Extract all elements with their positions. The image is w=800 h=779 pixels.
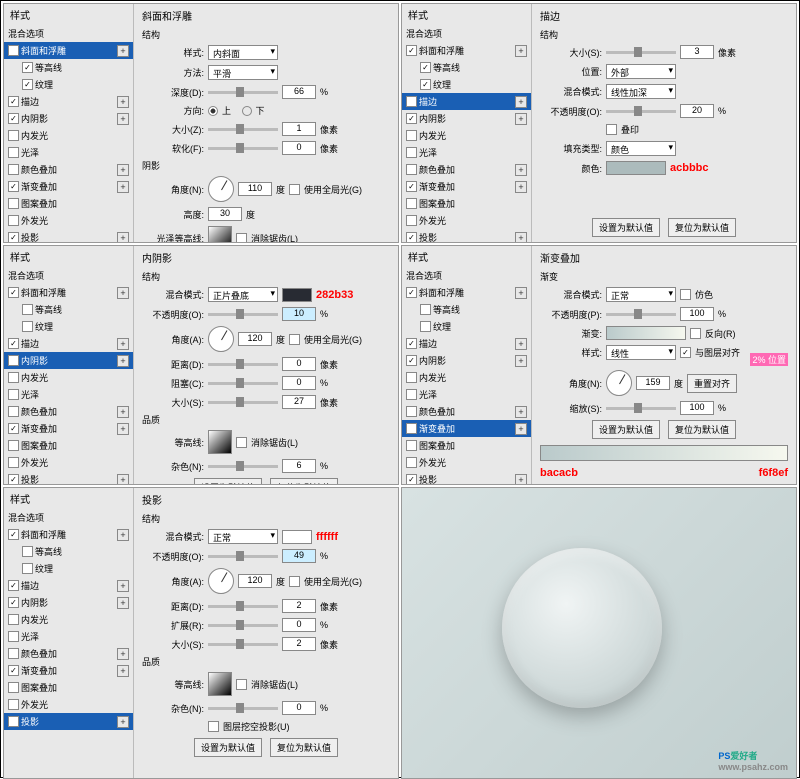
item-inner-shadow[interactable]: 内阴影+ <box>4 110 133 127</box>
angle-dial[interactable] <box>208 176 234 202</box>
item-drop-sel[interactable]: 投影+ <box>4 713 133 730</box>
ishadow-props: 内阴影 结构 混合模式:正片叠底282b33 不透明度(O):10% 角度(A)… <box>134 246 398 484</box>
grad-props: 渐变叠加 渐变 混合模式:正常仿色 不透明度(P):100% 渐变:反向(R) … <box>532 246 796 484</box>
gloss-contour[interactable] <box>208 226 232 243</box>
panel-drop-shadow: 样式 混合选项 斜面和浮雕+ 等高线 纹理 描边+ 内阴影+ 内发光 光泽 颜色… <box>3 487 399 779</box>
panel-bevel: 样式 混合选项 斜面和浮雕+ 等高线 纹理 描边+ 内阴影+ 内发光 光泽 颜色… <box>3 3 399 243</box>
item-bevel[interactable]: 斜面和浮雕+ <box>4 42 133 59</box>
item-drop-shadow[interactable]: 投影+ <box>4 229 133 243</box>
section-title: 斜面和浮雕 <box>142 8 390 23</box>
item-stroke-sel[interactable]: 描边+ <box>402 93 531 110</box>
item-texture[interactable]: 纹理 <box>4 76 133 93</box>
panel-gradient: 样式 混合选项 斜面和浮雕+ 等高线 纹理 描边+ 内阴影+ 内发光 光泽 颜色… <box>401 245 797 485</box>
item-ishadow-sel[interactable]: 内阴影+ <box>4 352 133 369</box>
bevel-tech-select[interactable]: 平滑 <box>208 65 278 80</box>
stroke-blend-select[interactable]: 线性加深 <box>606 84 676 99</box>
overprint-check[interactable] <box>606 124 617 135</box>
dir-up[interactable] <box>208 106 218 116</box>
global-check[interactable] <box>289 184 300 195</box>
fill-type-select[interactable]: 颜色 <box>606 141 676 156</box>
knockout-check[interactable] <box>208 721 219 732</box>
gradient-editor-bar[interactable] <box>540 445 788 461</box>
size-input[interactable]: 1 <box>282 122 316 136</box>
item-grad-sel[interactable]: 渐变叠加+ <box>402 420 531 437</box>
bevel-props: 斜面和浮雕 结构 样式:内斜面 方法:平滑 深度(D):66% 方向:上 下 大… <box>134 4 398 242</box>
result-preview: PS爱好者www.psahz.com <box>401 487 797 779</box>
item-grad-overlay[interactable]: 渐变叠加+ <box>4 178 133 195</box>
depth-slider[interactable] <box>208 91 278 94</box>
depth-input[interactable]: 66 <box>282 85 316 99</box>
item-blend[interactable]: 混合选项 <box>4 25 133 42</box>
stroke-pos-select[interactable]: 外部 <box>606 64 676 79</box>
item-pattern-overlay[interactable]: 图案叠加 <box>4 195 133 212</box>
panel-inner-shadow: 样式 混合选项 斜面和浮雕+ 等高线 纹理 描边+ 内阴影+ 内发光 光泽 颜色… <box>3 245 399 485</box>
item-color-overlay[interactable]: 颜色叠加+ <box>4 161 133 178</box>
size-slider[interactable] <box>208 128 278 131</box>
drop-swatch[interactable] <box>282 530 312 544</box>
item-satin[interactable]: 光泽 <box>4 144 133 161</box>
rendered-orb <box>502 548 662 708</box>
gradient-preview[interactable] <box>606 326 686 340</box>
soft-input[interactable]: 0 <box>282 141 316 155</box>
drop-props: 投影 结构 混合模式:正常ffffff 不透明度(O):49% 角度(A):12… <box>134 488 398 778</box>
item-contour[interactable]: 等高线 <box>4 59 133 76</box>
stroke-props: 描边 结构 大小(S):3像素 位置:外部 混合模式:线性加深 不透明度(O):… <box>532 4 796 242</box>
item-stroke[interactable]: 描边+ <box>4 93 133 110</box>
stroke-color-swatch[interactable] <box>606 161 666 175</box>
dir-down[interactable] <box>242 106 252 116</box>
panel-stroke: 样式 混合选项 斜面和浮雕+ 等高线 纹理 描边+ 内阴影+ 内发光 光泽 颜色… <box>401 3 797 243</box>
reset-align-btn[interactable]: 重置对齐 <box>687 374 737 393</box>
item-outer-glow[interactable]: 外发光 <box>4 212 133 229</box>
bevel-style-select[interactable]: 内斜面 <box>208 45 278 60</box>
soft-slider[interactable] <box>208 147 278 150</box>
watermark-logo: PS爱好者www.psahz.com <box>718 746 788 772</box>
style-list: 样式 混合选项 斜面和浮雕+ 等高线 纹理 描边+ 内阴影+ 内发光 光泽 颜色… <box>4 4 134 242</box>
item-inner-glow[interactable]: 内发光 <box>4 127 133 144</box>
ishadow-swatch[interactable] <box>282 288 312 302</box>
